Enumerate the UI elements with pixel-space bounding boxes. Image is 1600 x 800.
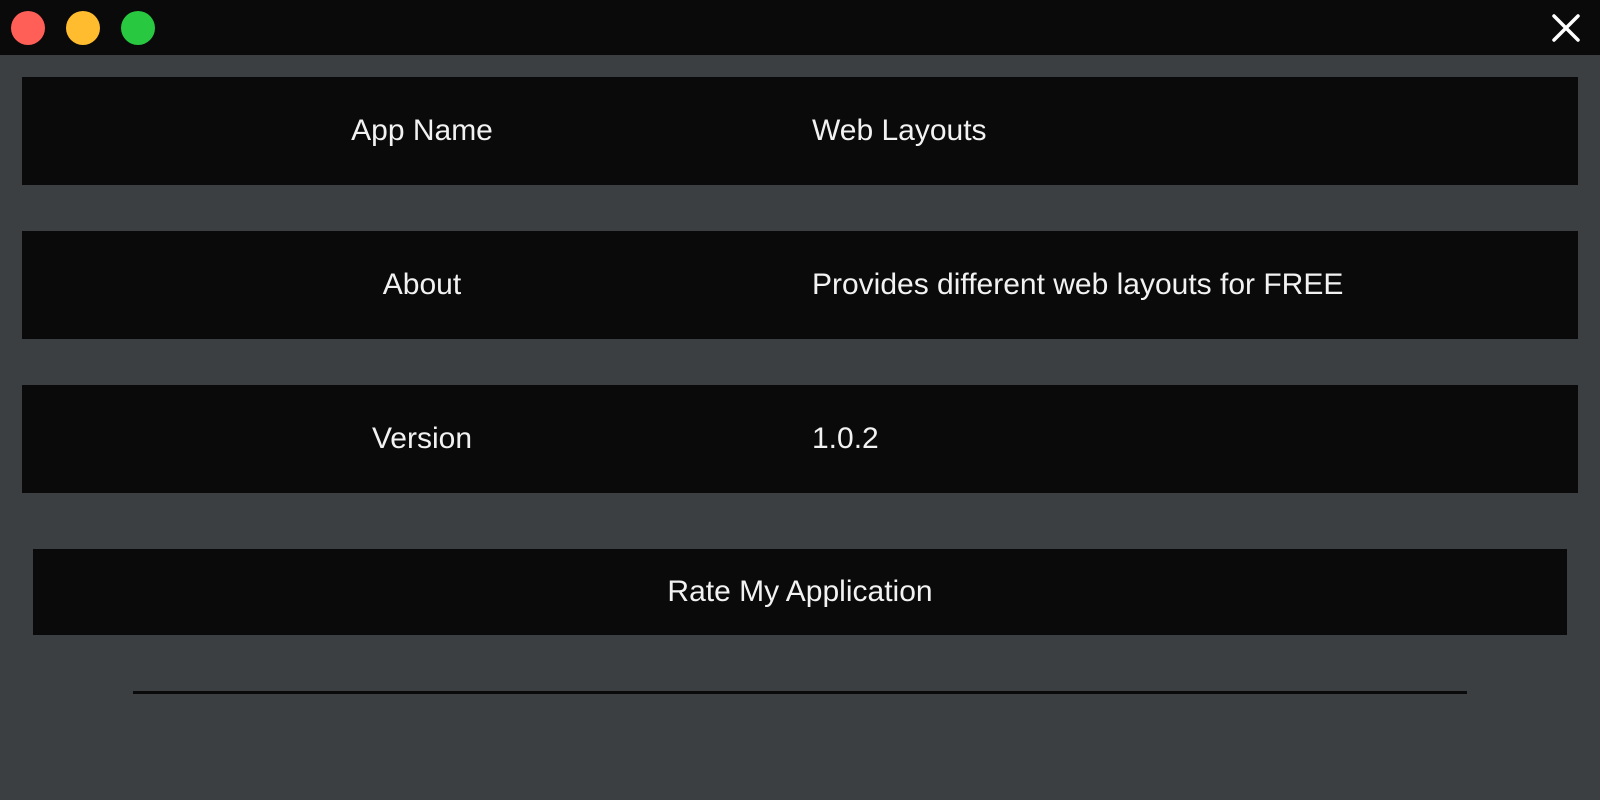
divider <box>133 691 1467 694</box>
info-row-value: Web Layouts <box>812 114 987 147</box>
window-close-button[interactable] <box>11 11 45 45</box>
close-icon-glyph <box>1552 14 1580 42</box>
close-icon[interactable] <box>1550 12 1582 44</box>
window-minimize-button[interactable] <box>66 11 100 45</box>
window-maximize-button[interactable] <box>121 11 155 45</box>
about-window: App Name Web Layouts About Provides diff… <box>0 0 1600 800</box>
title-bar <box>0 0 1600 55</box>
info-row-value: 1.0.2 <box>812 422 879 455</box>
info-row-app-name: App Name Web Layouts <box>22 77 1578 185</box>
info-row-version: Version 1.0.2 <box>22 385 1578 493</box>
info-row-value: Provides different web layouts for FREE <box>812 268 1344 301</box>
info-row-label: App Name <box>351 114 493 147</box>
rate-app-button[interactable]: Rate My Application <box>33 549 1567 635</box>
info-row-about: About Provides different web layouts for… <box>22 231 1578 339</box>
info-row-label: About <box>382 268 462 301</box>
info-row-label: Version <box>371 422 473 455</box>
